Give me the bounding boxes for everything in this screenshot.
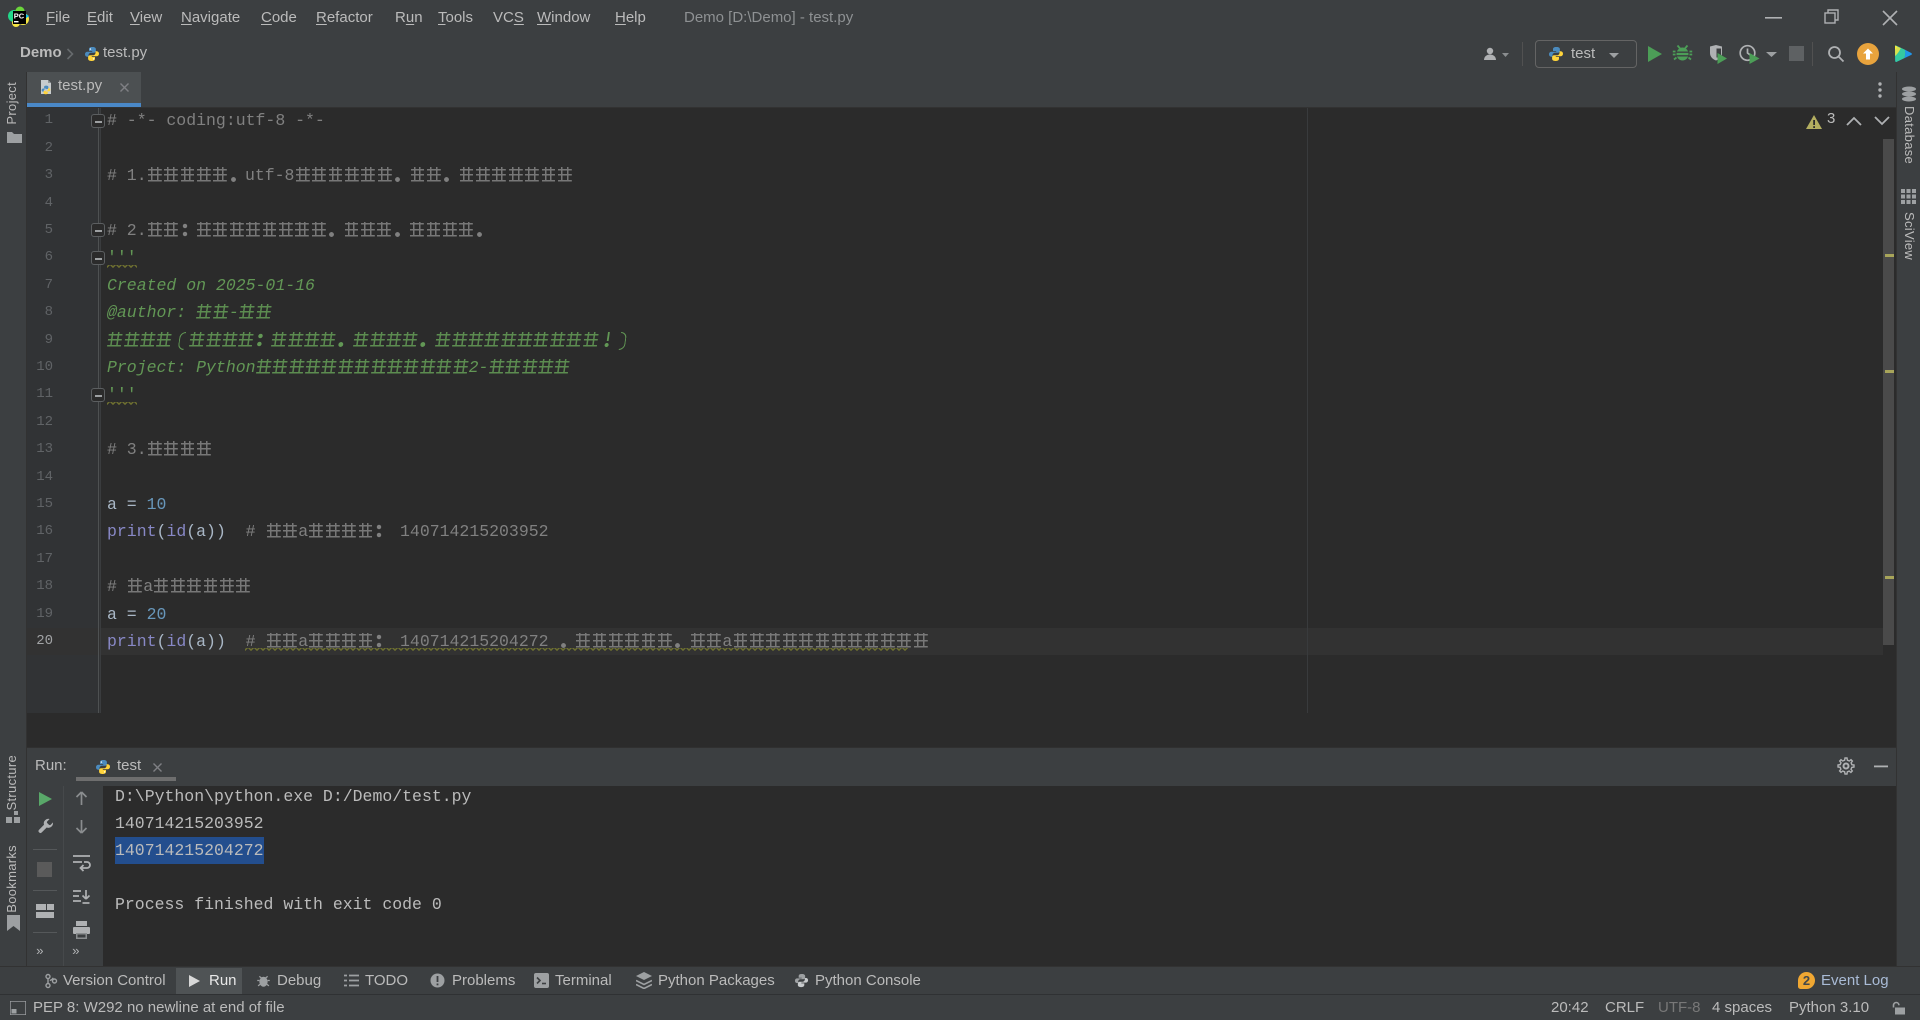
- svg-text:PC: PC: [14, 12, 25, 21]
